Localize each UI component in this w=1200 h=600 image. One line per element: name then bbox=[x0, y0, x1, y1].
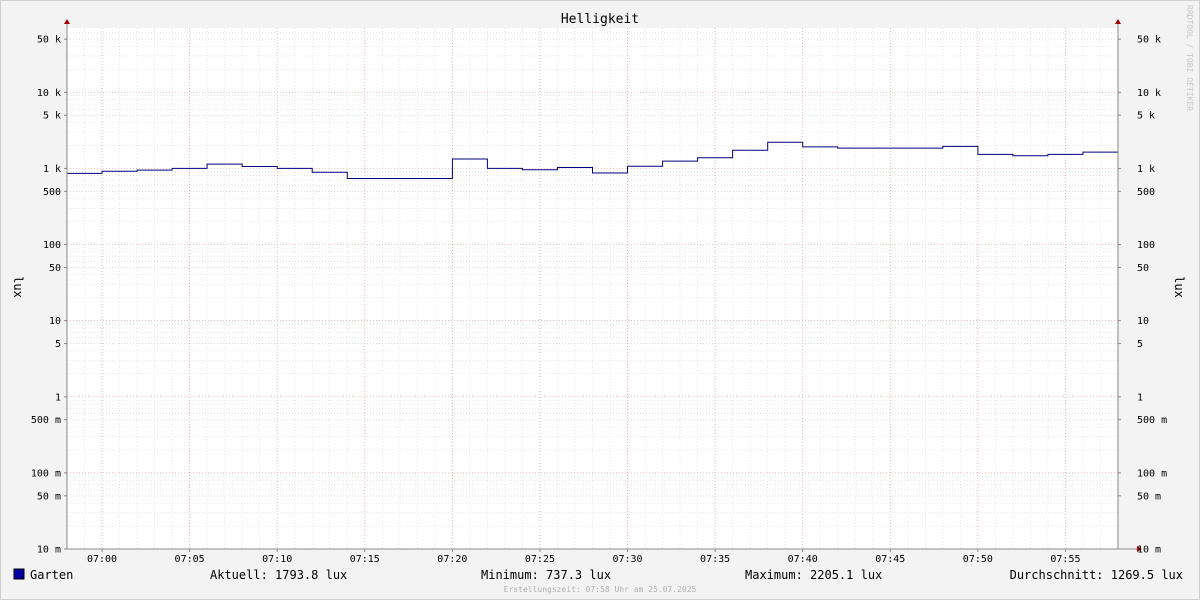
y-tick-label-right: 100 m bbox=[1137, 468, 1167, 479]
x-tick-label: 07:45 bbox=[875, 554, 905, 565]
x-tick-label: 07:05 bbox=[175, 554, 205, 565]
x-tick-label: 07:35 bbox=[700, 554, 730, 565]
y-tick-label-left: 100 bbox=[43, 240, 61, 251]
y-axis-label-left: lux bbox=[11, 276, 25, 298]
y-tick-label-right: 1 bbox=[1137, 392, 1143, 403]
legend-swatch bbox=[13, 568, 25, 580]
y-tick-label-right: 50 k bbox=[1137, 35, 1161, 46]
y-tick-label-left: 10 bbox=[49, 316, 61, 327]
y-tick-label-left: 10 k bbox=[37, 88, 61, 99]
y-tick-label-left: 1 bbox=[55, 392, 61, 403]
y-tick-label-right: 1 k bbox=[1137, 164, 1155, 175]
chart: 07:00 07:05 07:10 07:15 07:20 07:25 07:30 07:35… bbox=[0, 0, 1200, 600]
y-tick-label-right: 10 m bbox=[1137, 545, 1161, 556]
x-tick-label: 07:00 bbox=[87, 554, 117, 565]
y-tick-label-left: 1 k bbox=[43, 164, 61, 175]
y-tick-label-right: 50 bbox=[1137, 263, 1149, 274]
x-tick-label: 07:50 bbox=[963, 554, 993, 565]
y-tick-label-right: 5 k bbox=[1137, 111, 1155, 122]
y-tick-label-left: 50 bbox=[49, 263, 61, 274]
legend-current: Aktuell: 1793.8 lux bbox=[210, 568, 347, 582]
y-tick-label-left: 5 bbox=[55, 339, 61, 350]
y-tick-label-right: 10 k bbox=[1137, 88, 1161, 99]
footer-timestamp: Erstellungszeit: 07:58 Uhr am 25.07.2025 bbox=[504, 585, 697, 594]
legend-maximum: Maximum: 2205.1 lux bbox=[745, 568, 882, 582]
y-tick-label-left: 50 m bbox=[37, 491, 61, 502]
y-tick-label-right: 100 bbox=[1137, 240, 1155, 251]
x-tick-label: 07:10 bbox=[262, 554, 292, 565]
y-tick-label-right: 5 bbox=[1137, 339, 1143, 350]
x-tick-label: 07:40 bbox=[788, 554, 818, 565]
y-tick-label-left: 500 bbox=[43, 187, 61, 198]
x-tick-label: 07:30 bbox=[612, 554, 642, 565]
y-tick-label-left: 500 m bbox=[31, 415, 61, 426]
y-tick-label-right: 50 m bbox=[1137, 491, 1161, 502]
y-tick-label-right: 500 m bbox=[1137, 415, 1167, 426]
watermark: RRDTOOL / TOBI OETIKER bbox=[1185, 5, 1194, 111]
y-tick-label-left: 100 m bbox=[31, 468, 61, 479]
legend-series-name: Garten bbox=[30, 568, 73, 582]
y-tick-label-right: 500 bbox=[1137, 187, 1155, 198]
chart-title: Helligkeit bbox=[561, 12, 639, 27]
legend-minimum: Minimum: 737.3 lux bbox=[481, 568, 611, 582]
y-tick-label-left: 50 k bbox=[37, 35, 61, 46]
y-axis-label-right: lux bbox=[1172, 276, 1186, 298]
x-tick-label: 07:15 bbox=[350, 554, 380, 565]
x-tick-label: 07:55 bbox=[1050, 554, 1080, 565]
y-tick-label-left: 10 m bbox=[37, 545, 61, 556]
y-tick-label-left: 5 k bbox=[43, 111, 61, 122]
x-tick-label: 07:25 bbox=[525, 554, 555, 565]
x-tick-label: 07:20 bbox=[437, 554, 467, 565]
legend-average: Durchschnitt: 1269.5 lux bbox=[1010, 568, 1183, 582]
y-tick-label-right: 10 bbox=[1137, 316, 1149, 327]
